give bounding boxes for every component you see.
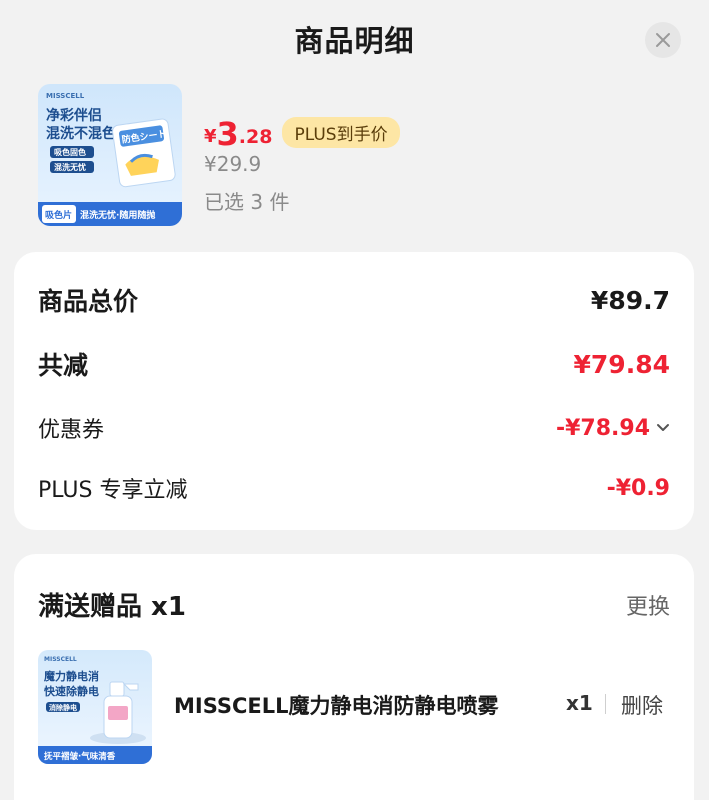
- gift-image-footer: 抚平褶皱·气味清香: [44, 751, 116, 762]
- close-button[interactable]: [645, 22, 681, 58]
- change-gift-button[interactable]: 更换: [626, 589, 670, 621]
- product-image: MISSCELL 净彩伴侣 混洗不混色 吸色固色 混洗无忧 防色シート 吸色片 …: [38, 84, 182, 226]
- coupon-row[interactable]: 优惠券 -¥78.94: [38, 412, 670, 444]
- original-price: ¥29.9: [204, 152, 262, 176]
- coupon-value-group[interactable]: -¥78.94: [556, 416, 670, 441]
- sheet-title: 商品明细: [294, 24, 415, 58]
- product-image-tag-2: 混洗无忧: [54, 162, 86, 172]
- product-image-headline-2: 混洗不混色: [46, 125, 116, 142]
- product-thumbnail[interactable]: MISSCELL 净彩伴侣 混洗不混色 吸色固色 混洗无忧 防色シート 吸色片 …: [38, 84, 182, 226]
- gift-product-name[interactable]: MISSCELL魔力静电消防静电喷雾: [174, 690, 554, 720]
- gift-image-headline-2: 快速除静电: [43, 684, 99, 698]
- total-price-value: ¥89.7: [590, 285, 670, 315]
- gift-image-tag: 消除静电: [49, 703, 77, 712]
- coupon-value: -¥78.94: [555, 415, 650, 441]
- coupon-label: 优惠券: [38, 418, 105, 443]
- plus-price-badge: PLUS到手价: [282, 117, 400, 148]
- gift-thumbnail[interactable]: MISSCELL 魔力静电消 快速除静电 消除静电 抚平褶皱·气味清香: [38, 650, 152, 764]
- gift-image: MISSCELL 魔力静电消 快速除静电 消除静电 抚平褶皱·气味清香: [38, 650, 152, 764]
- selected-count: 已选 3 件: [204, 190, 290, 214]
- detail-sheet: 商品明细 MISSCELL 净彩伴侣 混洗不混色 吸色固色 混洗无忧 防色シート…: [0, 0, 709, 800]
- gift-divider: [605, 694, 606, 714]
- price-decimal: .28: [238, 126, 273, 148]
- total-price-row: 商品总价 ¥89.7: [38, 282, 670, 318]
- total-reduction-label: 共减: [38, 351, 89, 380]
- product-image-footer-slogan: 混洗无忧·随用随抛: [80, 209, 155, 221]
- product-image-tag-1: 吸色固色: [54, 147, 86, 157]
- product-image-footer-tag: 吸色片: [45, 209, 72, 221]
- plus-discount-row: PLUS 专享立减 -¥0.9: [38, 472, 670, 504]
- gift-card: 满送赠品 x1 更换 MISSCELL 魔力静电消 快速除静电 消除静电 抚平褶…: [14, 554, 694, 800]
- price-summary-card: 商品总价 ¥89.7 共减 ¥79.84 优惠券 -¥78.94 PLUS 专享…: [14, 252, 694, 530]
- price-currency: ¥: [204, 126, 217, 147]
- chevron-down-icon[interactable]: [656, 423, 670, 433]
- close-icon: [655, 32, 671, 48]
- plus-discount-label: PLUS 专享立减: [38, 478, 188, 503]
- gift-item: MISSCELL 魔力静电消 快速除静电 消除静电 抚平褶皱·气味清香 MISS…: [38, 650, 670, 766]
- delete-gift-button[interactable]: 删除: [621, 690, 663, 720]
- total-reduction-value: ¥79.84: [573, 349, 670, 379]
- total-reduction-row: 共减 ¥79.84: [38, 346, 670, 382]
- gift-title: 满送赠品 x1: [38, 592, 186, 622]
- price-row: ¥ 3 .28 PLUS到手价: [204, 114, 400, 150]
- plus-discount-value: -¥0.9: [606, 475, 670, 501]
- gift-image-brand: MISSCELL: [44, 656, 77, 663]
- price-integer: 3: [216, 115, 239, 153]
- gift-header: 满送赠品 x1 更换: [38, 586, 670, 623]
- gift-image-headline-1: 魔力静电消: [44, 669, 99, 683]
- sheet-header: 商品明细: [0, 0, 709, 78]
- total-price-label: 商品总价: [38, 287, 139, 316]
- gift-quantity: x1: [566, 691, 593, 715]
- product-image-brand: MISSCELL: [46, 92, 85, 100]
- product-image-headline-1: 净彩伴侣: [46, 107, 102, 124]
- product-summary: MISSCELL 净彩伴侣 混洗不混色 吸色固色 混洗无忧 防色シート 吸色片 …: [38, 84, 678, 229]
